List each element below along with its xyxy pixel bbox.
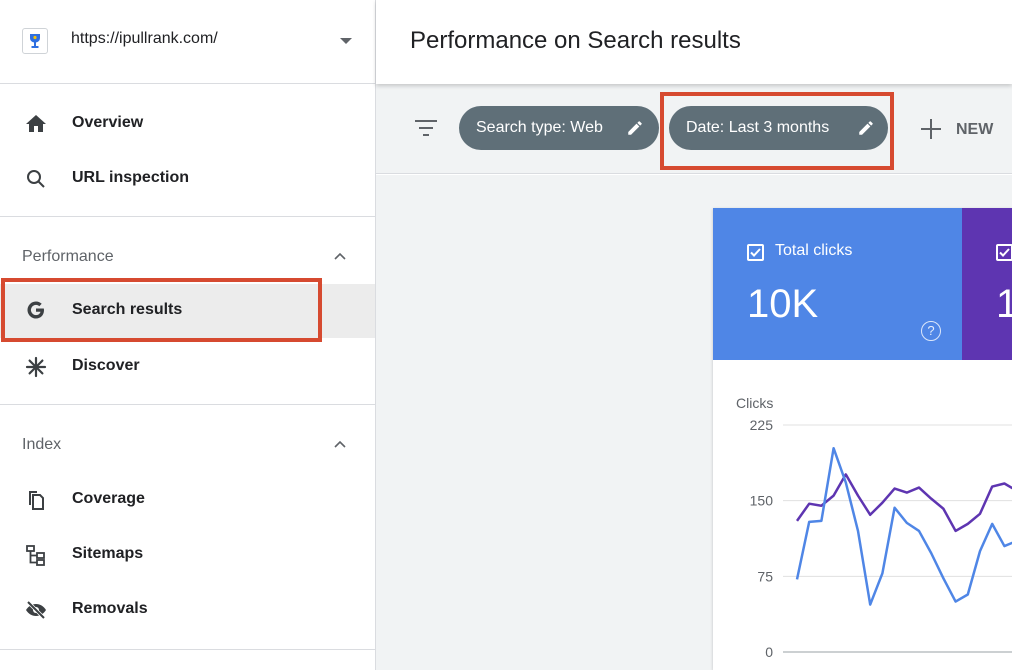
sidebar-item-label: Sitemaps xyxy=(72,545,144,562)
property-url: https://ipullrank.com/ xyxy=(71,30,218,47)
sidebar-item-discover[interactable]: Discover xyxy=(0,341,375,393)
main-content: Total clicks 10K ? 1 Clicks 0 75 150 225 xyxy=(376,175,1012,670)
sidebar-item-label: Coverage xyxy=(72,490,145,507)
total-clicks-metric[interactable]: Total clicks 10K ? xyxy=(713,208,962,360)
section-header-index[interactable]: Index xyxy=(0,424,375,464)
chart-series xyxy=(795,446,1012,606)
visibility-off-icon xyxy=(26,600,46,620)
y-tick-label: 0 xyxy=(765,644,773,660)
sidebar-item-removals[interactable]: Removals xyxy=(0,584,375,636)
edit-pencil-icon[interactable] xyxy=(626,119,644,137)
impressions-metric[interactable]: 1 xyxy=(962,208,1012,360)
performance-card: Total clicks 10K ? 1 Clicks 0 75 150 225 xyxy=(713,208,1012,670)
section-label: Performance xyxy=(22,248,114,265)
checkbox-checked-icon[interactable] xyxy=(996,244,1012,261)
dropdown-caret-icon[interactable] xyxy=(340,38,352,44)
chart-grid xyxy=(783,424,1012,653)
chevron-up-icon[interactable] xyxy=(332,248,348,264)
sitemap-tree-icon xyxy=(26,545,45,566)
new-filter-button[interactable]: NEW xyxy=(916,114,1012,144)
chevron-up-icon[interactable] xyxy=(332,436,348,452)
y-tick-label: 150 xyxy=(750,493,774,509)
plus-icon xyxy=(921,119,941,139)
help-icon[interactable]: ? xyxy=(921,321,941,341)
highlight-box-date-chip xyxy=(660,92,894,170)
y-tick-label: 225 xyxy=(750,417,774,433)
sidebar-divider xyxy=(0,649,375,650)
asterisk-icon xyxy=(25,356,47,378)
checkbox-checked-icon[interactable] xyxy=(747,244,764,261)
filter-bar: Search type: Web Date: Last 3 months NEW xyxy=(376,84,1012,174)
sidebar-item-label: URL inspection xyxy=(72,169,190,186)
sidebar-item-label: Discover xyxy=(72,357,140,374)
filter-icon[interactable] xyxy=(414,118,438,138)
sidebar-item-overview[interactable]: Overview xyxy=(0,98,375,150)
sidebar-item-url-inspection[interactable]: URL inspection xyxy=(0,153,375,205)
property-selector[interactable]: https://ipullrank.com/ xyxy=(0,0,375,84)
site-favicon-icon xyxy=(22,28,48,54)
new-button-label: NEW xyxy=(956,121,994,138)
chart-ylabel: Clicks xyxy=(736,395,773,411)
metric-value: 10K xyxy=(747,282,819,326)
sidebar: https://ipullrank.com/ Overview URL insp… xyxy=(0,0,376,670)
chart-y-ticks: 0 75 150 225 xyxy=(750,417,774,660)
series-line xyxy=(795,473,1012,533)
search-type-chip[interactable]: Search type: Web xyxy=(459,106,659,150)
chip-label: Search type: Web xyxy=(476,119,603,136)
page-title: Performance on Search results xyxy=(410,27,741,54)
home-icon xyxy=(26,115,46,132)
clicks-chart: Clicks 0 75 150 225 xyxy=(736,395,1012,660)
sidebar-divider xyxy=(0,216,375,217)
y-tick-label: 75 xyxy=(757,568,773,584)
metric-value: 1 xyxy=(996,282,1012,326)
copy-pages-icon xyxy=(29,491,44,510)
sidebar-item-label: Removals xyxy=(72,600,148,617)
sidebar-item-label: Overview xyxy=(72,114,144,131)
section-header-performance[interactable]: Performance xyxy=(0,236,375,276)
sidebar-divider xyxy=(0,404,375,405)
section-label: Index xyxy=(22,436,62,453)
page-header: Performance on Search results xyxy=(376,0,1012,84)
sidebar-item-sitemaps[interactable]: Sitemaps xyxy=(0,529,375,581)
search-icon xyxy=(27,170,45,188)
series-line xyxy=(795,446,1012,606)
metric-label: Total clicks xyxy=(775,242,853,259)
sidebar-item-coverage[interactable]: Coverage xyxy=(0,474,375,526)
highlight-box-search-results xyxy=(1,278,322,342)
